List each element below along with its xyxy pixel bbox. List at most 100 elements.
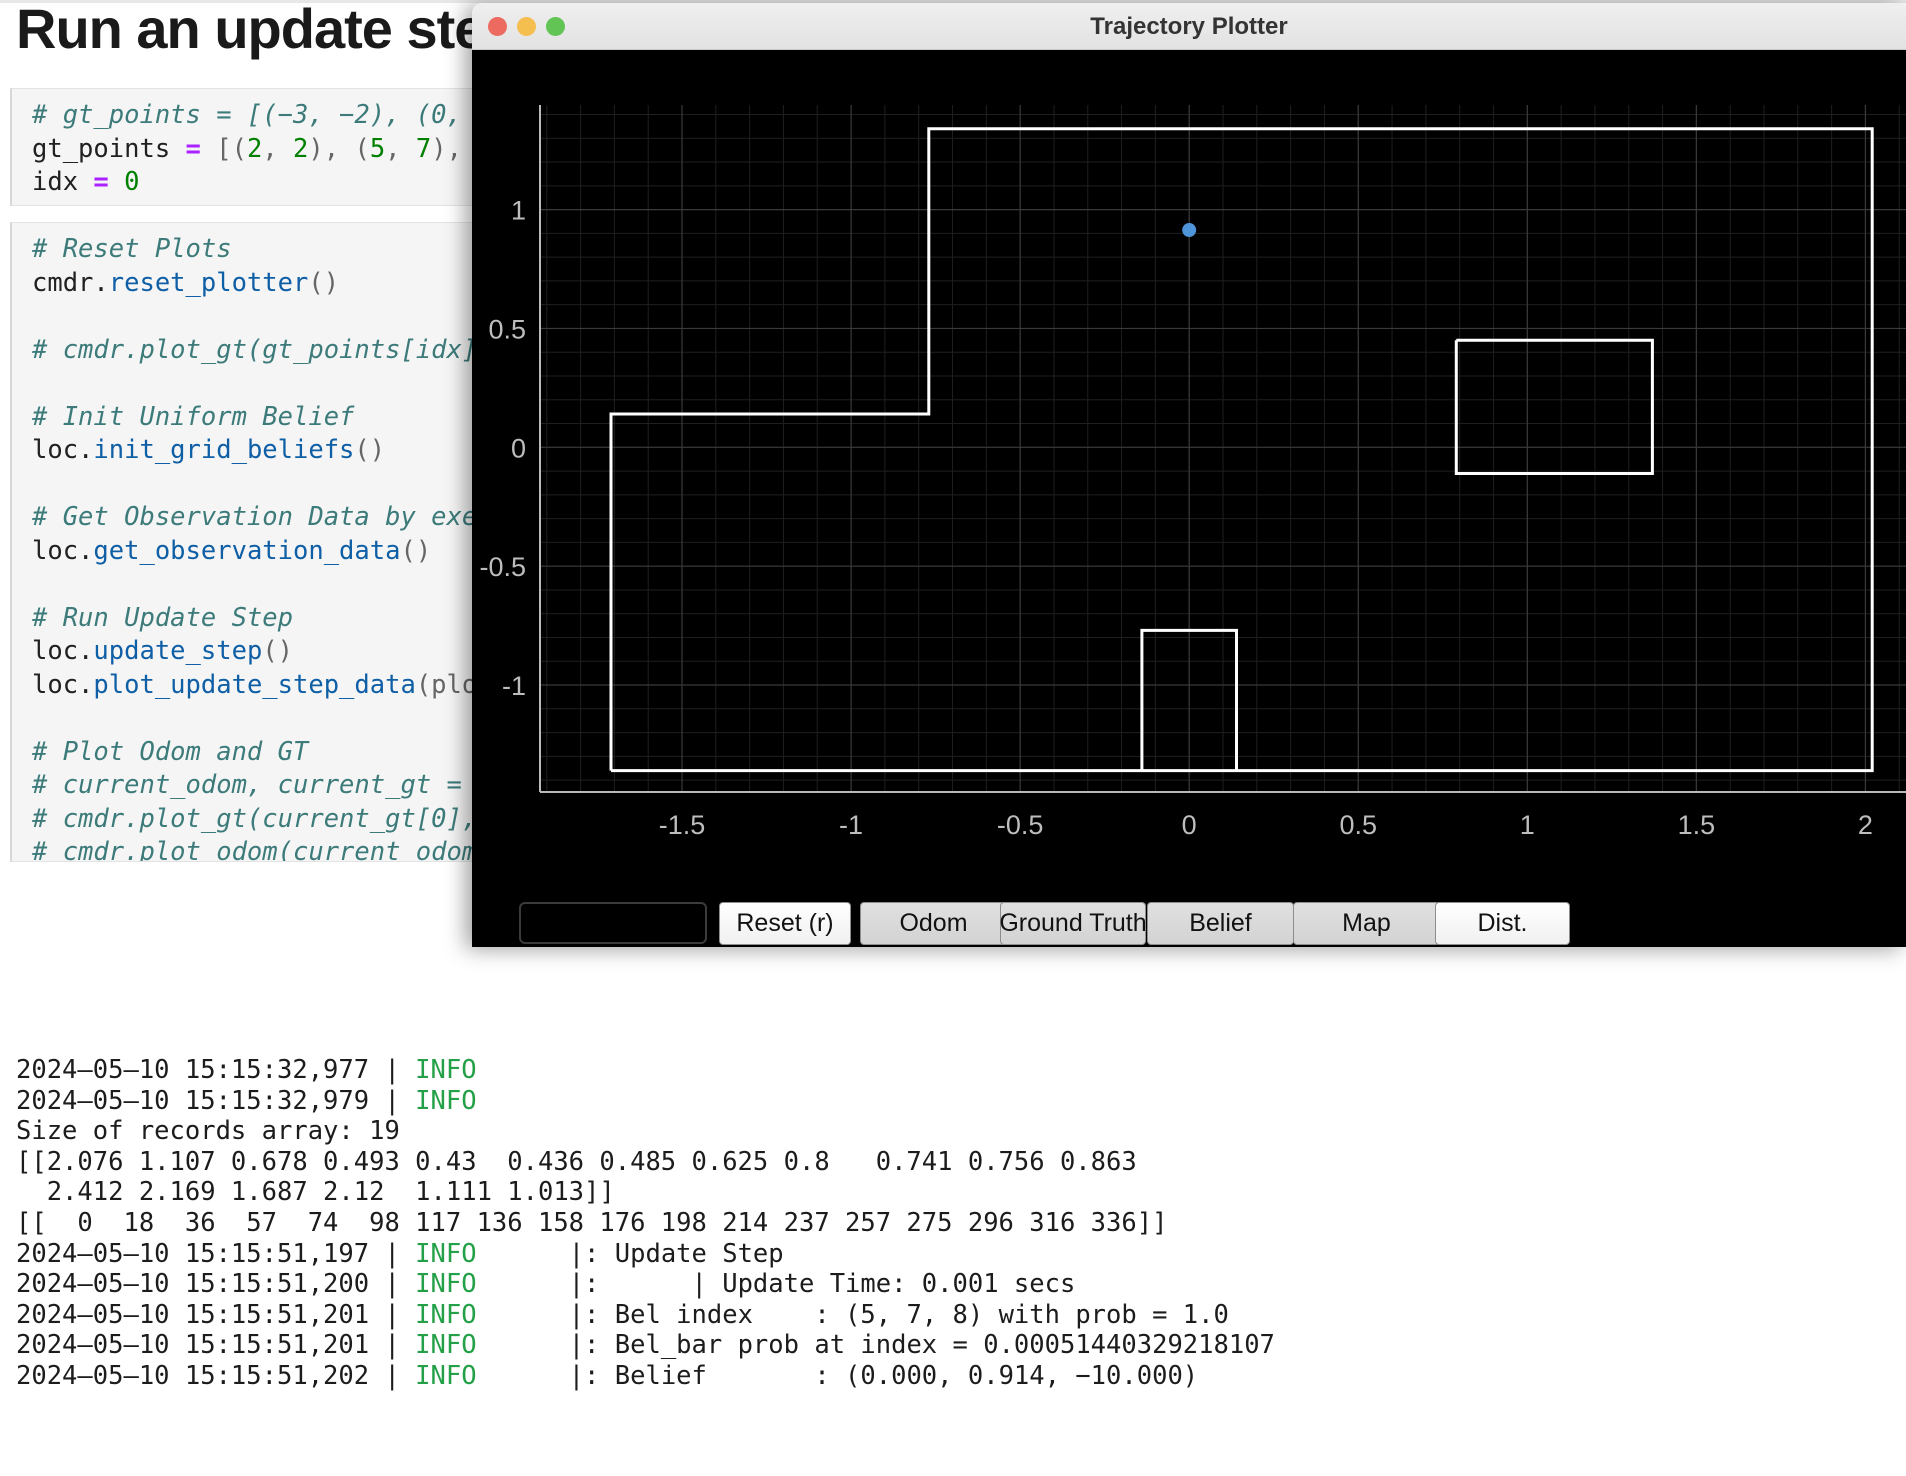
log-level: INFO bbox=[415, 1085, 477, 1116]
page-title: Run an update step bbox=[16, 0, 519, 60]
code-token: loc. bbox=[32, 636, 94, 666]
trajectory-plot[interactable]: -1.5 -1 -0.5 0 0.5 1 1.5 2 -1 -0.5 0 0.5 1 bbox=[472, 50, 1906, 850]
log-text: 2024–05–10 15:15:32,979 | bbox=[16, 1085, 416, 1116]
code-token: , bbox=[385, 133, 416, 164]
code-token: () bbox=[308, 267, 340, 298]
log-level: INFO bbox=[415, 1299, 477, 1330]
code-token: 7 bbox=[415, 133, 432, 164]
log-text: 2024–05–10 15:15:51,201 | bbox=[16, 1299, 416, 1330]
log-text: [[ 0 18 36 57 74 98 117 136 158 176 198 … bbox=[16, 1207, 1168, 1238]
svg-text:-0.5: -0.5 bbox=[997, 810, 1044, 840]
svg-text:0: 0 bbox=[1182, 810, 1197, 840]
code-token: () bbox=[262, 636, 294, 666]
log-line: 2024–05–10 15:15:32,979 | INFO bbox=[16, 1086, 1906, 1117]
code-token: loc. bbox=[32, 435, 94, 465]
log-text: |: Bel_bar prob at index = 0.00051440329… bbox=[476, 1330, 1275, 1361]
code-token: get_observation_data bbox=[93, 535, 401, 566]
plot-toolbar: Reset (r) Odom Ground Truth Belief Map Dist. bbox=[472, 860, 1906, 947]
svg-text:2: 2 bbox=[1858, 810, 1873, 840]
log-text: 2024–05–10 15:15:51,200 | bbox=[16, 1269, 416, 1300]
log-line: [[ 0 18 36 57 74 98 117 136 158 176 198 … bbox=[16, 1208, 1906, 1239]
log-line: 2024–05–10 15:15:51,200 | INFO |: | Upda… bbox=[16, 1269, 1906, 1300]
code-token: # Init Uniform Belief bbox=[32, 401, 355, 432]
log-text: 2024–05–10 15:15:51,202 | bbox=[16, 1360, 416, 1391]
log-text: 2024–05–10 15:15:51,201 | bbox=[16, 1330, 416, 1361]
code-token: gt_points bbox=[32, 133, 186, 164]
log-output: 2024–05–10 15:15:32,977 | INFO 2024–05–10… bbox=[16, 1055, 1906, 1475]
code-token: plot_update_step_data bbox=[93, 669, 416, 700]
window-body: -1.5 -1 -0.5 0 0.5 1 1.5 2 -1 -0.5 0 0.5 1 Reset (r… bbox=[472, 50, 1906, 947]
log-line: 2024–05–10 15:15:51,201 | INFO |: Bel in… bbox=[16, 1300, 1906, 1331]
code-token: 5 bbox=[369, 133, 386, 164]
code-token: init_grid_beliefs bbox=[93, 435, 355, 465]
svg-text:-1: -1 bbox=[502, 671, 526, 701]
log-line: Size of records array: 19 bbox=[16, 1116, 1906, 1147]
code-token: # cmdr.plot_gt(current_gt[0], cu bbox=[32, 803, 524, 834]
code-token: = bbox=[185, 133, 201, 164]
svg-text:0.5: 0.5 bbox=[488, 314, 526, 344]
toolbar-button-map[interactable]: Map bbox=[1293, 902, 1440, 945]
screen-root: Run an update step # gt_points = [(−3, −… bbox=[0, 0, 1906, 1476]
svg-text:1: 1 bbox=[511, 196, 526, 226]
log-text: Size of records array: 19 bbox=[16, 1116, 400, 1147]
toolbar-button-belief[interactable]: Belief bbox=[1147, 902, 1294, 945]
toolbar-button-odom[interactable]: Odom bbox=[860, 902, 1007, 945]
code-token: 0 bbox=[124, 167, 140, 197]
plot-canvas[interactable]: -1.5 -1 -0.5 0 0.5 1 1.5 2 -1 -0.5 0 0.5 1 bbox=[472, 50, 1906, 850]
code-token: loc. bbox=[32, 669, 94, 700]
code-token: 2 bbox=[246, 133, 263, 164]
code-token: # Run Update Step bbox=[32, 602, 293, 633]
toolbar-button-reset-r[interactable]: Reset (r) bbox=[719, 902, 851, 945]
code-token: # gt_points = [(−3, −2), (0, 3), bbox=[32, 100, 524, 130]
log-level: INFO bbox=[415, 1360, 477, 1391]
log-text: 2.412 2.169 1.687 2.12 1.111 1.013]] bbox=[16, 1177, 615, 1208]
window-titlebar[interactable]: Trajectory Plotter bbox=[472, 3, 1906, 50]
code-token: cmdr. bbox=[32, 267, 109, 298]
code-token: () bbox=[354, 435, 386, 465]
log-line: 2.412 2.169 1.687 2.12 1.111 1.013]] bbox=[16, 1177, 1906, 1208]
code-token: # cmdr.plot_gt(gt_points[idx][0] bbox=[32, 334, 524, 365]
svg-text:-1: -1 bbox=[839, 810, 863, 840]
code-token: = bbox=[93, 167, 109, 197]
code-token: [( bbox=[200, 133, 247, 164]
code-token: # cmdr.plot_odom(current_odom[0] bbox=[32, 837, 524, 862]
trajectory-plotter-window[interactable]: Trajectory Plotter -1.5 -1 -0.5 0 0.5 1 1.5 2 -… bbox=[472, 3, 1906, 947]
command-input[interactable] bbox=[519, 902, 707, 944]
log-level: INFO bbox=[415, 1269, 477, 1300]
log-line: 2024–05–10 15:15:51,201 | INFO |: Bel_ba… bbox=[16, 1330, 1906, 1361]
code-token: 2 bbox=[293, 133, 309, 164]
svg-text:-1.5: -1.5 bbox=[659, 810, 706, 840]
code-token: () bbox=[400, 535, 432, 566]
code-token: ), ( bbox=[308, 133, 370, 164]
log-text: 2024–05–10 15:15:32,977 | bbox=[16, 1055, 416, 1085]
log-level: INFO bbox=[415, 1238, 477, 1269]
log-text: |: Update Step bbox=[476, 1238, 784, 1269]
toolbar-button-ground-truth[interactable]: Ground Truth bbox=[999, 902, 1147, 945]
log-line: 2024–05–10 15:15:51,202 | INFO |: Belief… bbox=[16, 1361, 1906, 1392]
code-token: update_step bbox=[93, 636, 263, 666]
code-token: reset_plotter bbox=[108, 267, 309, 298]
code-token: # Plot Odom and GT bbox=[32, 736, 309, 767]
code-token: , bbox=[262, 133, 294, 164]
log-line: 2024–05–10 15:15:51,197 | INFO |: Update… bbox=[16, 1239, 1906, 1270]
window-title: Trajectory Plotter bbox=[1090, 13, 1288, 40]
log-text: |: | Update Time: 0.001 secs bbox=[476, 1269, 1076, 1300]
svg-text:-0.5: -0.5 bbox=[479, 552, 526, 582]
svg-text:1: 1 bbox=[1520, 810, 1535, 840]
svg-text:0: 0 bbox=[511, 433, 526, 463]
code-token: loc. bbox=[32, 535, 94, 566]
code-token: # current_odom, current_gt = rob bbox=[32, 770, 524, 800]
svg-text:1.5: 1.5 bbox=[1678, 810, 1716, 840]
log-level: INFO bbox=[415, 1055, 477, 1085]
toolbar-button-dist[interactable]: Dist. bbox=[1435, 902, 1570, 945]
code-token: # Reset Plots bbox=[32, 234, 232, 264]
log-text: |: Belief : (0.000, 0.914, −10.000) bbox=[476, 1360, 1199, 1391]
log-level: INFO bbox=[415, 1330, 477, 1361]
code-token: # Get Observation Data by execut bbox=[32, 502, 524, 532]
log-line: 2024–05–10 15:15:32,977 | INFO bbox=[16, 1055, 1906, 1086]
svg-text:0.5: 0.5 bbox=[1339, 810, 1377, 840]
log-text: 2024–05–10 15:15:51,197 | bbox=[16, 1238, 416, 1269]
code-token: idx bbox=[32, 167, 94, 197]
log-line: [[2.076 1.107 0.678 0.493 0.43 0.436 0.4… bbox=[16, 1147, 1906, 1178]
